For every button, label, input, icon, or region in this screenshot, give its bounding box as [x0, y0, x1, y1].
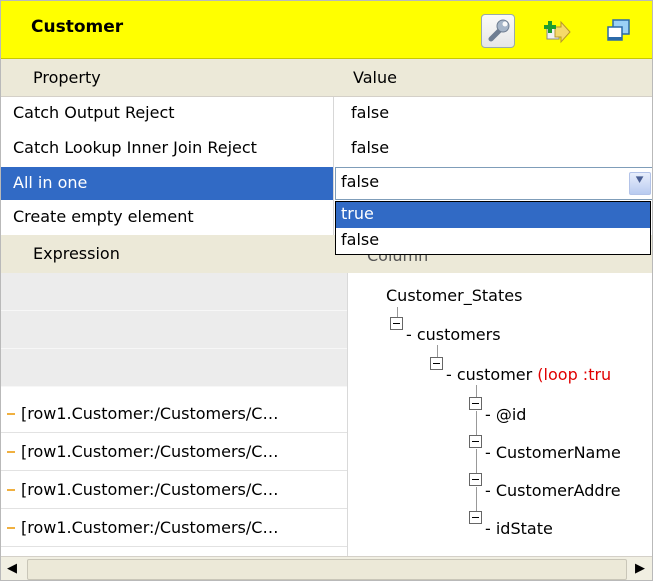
value-dropdown-list[interactable]: true false [335, 201, 651, 255]
connector-mark [7, 489, 15, 491]
wrench-icon[interactable] [481, 14, 515, 48]
tree-leaf[interactable]: - @id [485, 405, 526, 424]
value-column-header[interactable]: Value [353, 68, 397, 87]
schema-tree: Customer_States - customers - customer (… [348, 273, 652, 556]
expression-cell[interactable] [1, 349, 347, 387]
dropdown-option-true[interactable]: true [336, 202, 650, 228]
tree-connector [476, 449, 477, 473]
tree-connector [476, 411, 477, 435]
tree-connector [476, 385, 477, 397]
collapse-icon[interactable] [390, 317, 403, 330]
scroll-right-button[interactable]: ▶ [630, 559, 650, 580]
collapse-icon[interactable] [430, 357, 443, 370]
tree-connector [437, 345, 438, 357]
combo-value: false [341, 172, 380, 191]
expression-text: [row1.Customer:/Customers/C… [21, 442, 279, 461]
property-value[interactable]: false [351, 103, 389, 122]
tree-leaf[interactable]: - CustomerName [485, 443, 621, 462]
property-row[interactable]: Catch Output Reject false [1, 97, 652, 130]
tree-node-label: CustomerName [495, 443, 621, 462]
all-in-one-combo[interactable]: false ⯆ [335, 167, 652, 200]
connector-mark [7, 413, 15, 415]
tree-leaf[interactable]: - CustomerAddre [485, 481, 621, 500]
expression-text: [row1.Customer:/Customers/C… [21, 404, 279, 423]
column-divider [333, 97, 334, 235]
property-value[interactable]: false [351, 138, 389, 157]
collapse-icon[interactable] [469, 397, 482, 410]
collapse-icon[interactable] [469, 435, 482, 448]
loop-indicator: (loop :tru [537, 365, 612, 384]
connector-mark [7, 527, 15, 529]
expression-cell[interactable]: [row1.Customer:/Customers/C… [1, 395, 347, 433]
property-key: Create empty element [13, 207, 194, 226]
chevron-down-icon[interactable]: ⯆ [629, 172, 651, 195]
tree-node-label: CustomerAddre [495, 481, 621, 500]
horizontal-scrollbar[interactable]: ◀ ▶ [1, 556, 652, 580]
property-table-header: Property Value [1, 59, 652, 97]
property-row[interactable]: Catch Lookup Inner Join Reject false [1, 132, 652, 165]
property-row-selected[interactable]: All in one [1, 167, 335, 200]
window-icon[interactable] [605, 17, 635, 47]
scroll-thumb[interactable] [27, 559, 627, 580]
dropdown-option-false[interactable]: false [336, 228, 650, 254]
expression-cell[interactable]: [row1.Customer:/Customers/C… [1, 509, 347, 547]
tree-connector [397, 307, 398, 317]
tree-node-customer[interactable]: - customer (loop :tru [446, 365, 611, 384]
tree-connector [476, 487, 477, 511]
arrow-left-icon: ◀ [7, 561, 17, 576]
property-key: Catch Lookup Inner Join Reject [13, 138, 257, 157]
collapse-icon[interactable] [469, 511, 482, 524]
tree-node-label: customer [456, 365, 533, 384]
customer-panel: Customer Property Value Catch Output Rej… [0, 0, 653, 581]
tree-root[interactable]: Customer_States [386, 286, 522, 305]
tree-node-label: idState [495, 519, 553, 538]
panel-titlebar: Customer [1, 1, 652, 59]
expression-cell[interactable]: [row1.Customer:/Customers/C… [1, 471, 347, 509]
add-output-icon[interactable] [543, 17, 573, 47]
tree-node-label: @id [495, 405, 527, 424]
tree-node-label: customers [416, 325, 501, 344]
expression-column-header[interactable]: Expression [33, 244, 120, 263]
tree-leaf[interactable]: - idState [485, 519, 553, 538]
panel-title: Customer [31, 17, 124, 37]
property-column-header[interactable]: Property [33, 68, 101, 87]
tree-node-customers[interactable]: - customers [406, 325, 501, 344]
expression-text: [row1.Customer:/Customers/C… [21, 518, 279, 537]
connector-mark [7, 451, 15, 453]
property-key: All in one [13, 173, 88, 192]
collapse-icon[interactable] [469, 473, 482, 486]
expression-cell[interactable] [1, 311, 347, 349]
expression-list: [row1.Customer:/Customers/C… [row1.Custo… [1, 273, 347, 556]
expression-cell[interactable] [1, 273, 347, 311]
arrow-right-icon: ▶ [635, 561, 645, 576]
expression-cell[interactable]: [row1.Customer:/Customers/C… [1, 433, 347, 471]
property-key: Catch Output Reject [13, 103, 175, 122]
expression-text: [row1.Customer:/Customers/C… [21, 480, 279, 499]
scroll-left-button[interactable]: ◀ [3, 559, 23, 580]
